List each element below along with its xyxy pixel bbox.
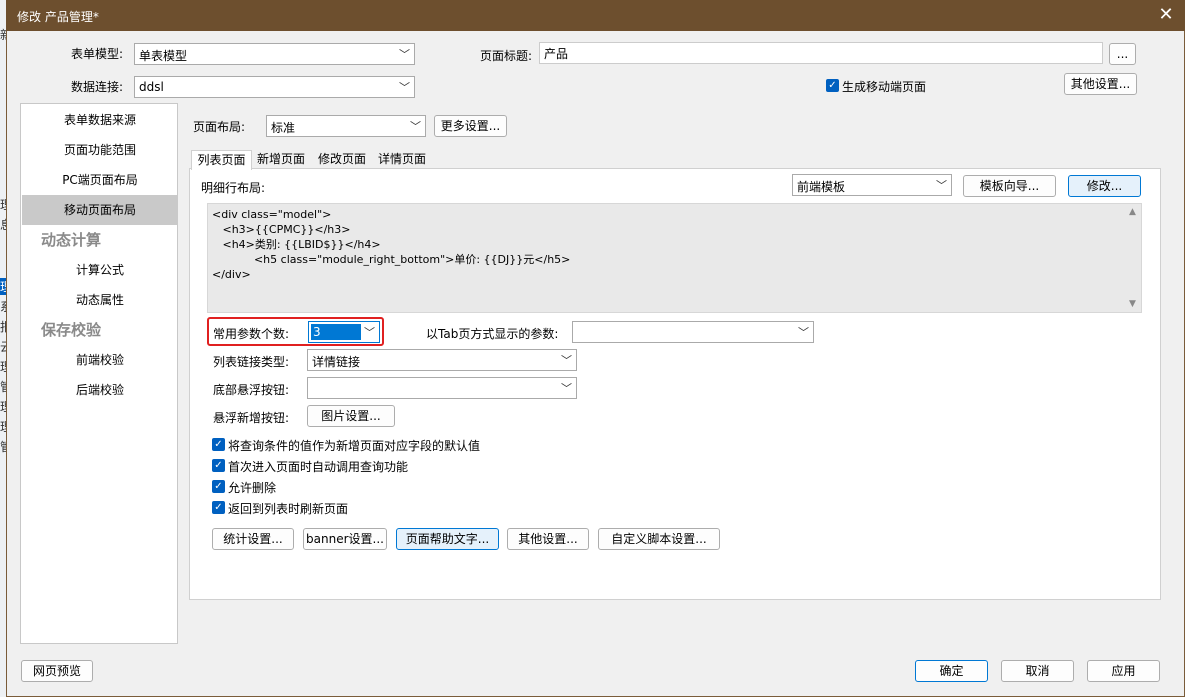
template-value: 前端模板 [797, 180, 846, 194]
ok-button[interactable]: 确定 [915, 660, 988, 682]
data-conn-value: ddsl [139, 80, 164, 94]
page-title-more-button[interactable]: ... [1109, 43, 1136, 65]
param-count-label: 常用参数个数: [213, 327, 290, 341]
apply-button[interactable]: 应用 [1087, 660, 1160, 682]
data-conn-label: 数据连接: [71, 80, 124, 94]
close-icon[interactable]: ✕ [1153, 3, 1179, 27]
other-settings-button[interactable]: 其他设置... [507, 528, 589, 550]
chevron-down-icon: ﹀ [936, 179, 947, 192]
sidebar-section-calc: 动态计算 [41, 231, 102, 249]
chevron-down-icon: ﹀ [561, 382, 572, 395]
link-type-select[interactable]: 详情链接 ﹀ [307, 349, 577, 371]
bottom-float-button-label: 底部悬浮按钮: [213, 383, 290, 397]
tab-edit-page[interactable]: 修改页面 [313, 150, 371, 169]
link-type-label: 列表链接类型: [213, 355, 290, 369]
layout-label: 页面布局: [193, 120, 246, 134]
cancel-button[interactable]: 取消 [1001, 660, 1074, 682]
layout-value: 标准 [271, 121, 296, 135]
sidebar-section-save: 保存校验 [41, 321, 102, 339]
form-model-label: 表单模型: [71, 47, 124, 61]
window-title: 修改 产品管理* [17, 10, 99, 24]
custom-script-button[interactable]: 自定义脚本设置... [598, 528, 720, 550]
chevron-down-icon: ﹀ [798, 326, 809, 339]
banner-settings-button[interactable]: banner设置... [303, 528, 387, 550]
checkbox-query-default[interactable]: ✓ [212, 438, 225, 451]
code-scrollbar[interactable]: ▲ ▼ [1125, 204, 1141, 312]
edit-template-button[interactable]: 修改... [1068, 175, 1141, 197]
data-conn-select[interactable]: ddsl ﹀ [134, 76, 415, 98]
sidebar-item-frontend-check[interactable]: 前端校验 [22, 345, 178, 375]
page-title-input[interactable]: 产品 [539, 42, 1103, 64]
image-settings-button[interactable]: 图片设置... [307, 405, 395, 427]
stats-settings-button[interactable]: 统计设置... [212, 528, 294, 550]
detail-row-layout-label: 明细行布局: [201, 181, 266, 195]
template-code-area[interactable]: <div class="model"> <h3>{{CPMC}}</h3> <h… [207, 203, 1142, 313]
web-preview-button[interactable]: 网页预览 [21, 660, 93, 682]
form-model-select[interactable]: 单表模型 ﹀ [134, 43, 415, 65]
mobile-page-checkbox[interactable]: ✓ [826, 79, 839, 92]
bottom-float-button-select[interactable]: ﹀ [307, 377, 577, 399]
scroll-down-icon[interactable]: ▼ [1129, 299, 1136, 309]
tab-add-page[interactable]: 新增页面 [252, 150, 310, 169]
chevron-down-icon: ﹀ [399, 81, 410, 94]
checkbox-allow-delete[interactable]: ✓ [212, 480, 225, 493]
form-model-value: 单表模型 [139, 49, 188, 63]
mobile-page-label: 生成移动端页面 [842, 80, 927, 94]
sidebar-item-function-scope[interactable]: 页面功能范围 [22, 135, 178, 165]
checkbox-auto-query-label: 首次进入页面时自动调用查询功能 [228, 460, 409, 474]
tab-detail-page[interactable]: 详情页面 [373, 150, 431, 169]
sidebar-item-form-data-source[interactable]: 表单数据来源 [22, 105, 178, 135]
tab-params-label: 以Tab页方式显示的参数: [426, 327, 559, 341]
checkbox-allow-delete-label: 允许删除 [228, 481, 277, 495]
checkbox-refresh-on-return-label: 返回到列表时刷新页面 [228, 502, 349, 516]
link-type-value: 详情链接 [312, 355, 361, 369]
param-count-select[interactable]: 3 ﹀ [308, 321, 380, 343]
chevron-down-icon: ﹀ [561, 354, 572, 367]
title-bar[interactable]: 修改 产品管理* ✕ [6, 0, 1185, 31]
chevron-down-icon: ﹀ [399, 48, 410, 61]
other-settings-top-button[interactable]: 其他设置... [1064, 73, 1137, 95]
sidebar-item-formula[interactable]: 计算公式 [22, 255, 178, 285]
checkbox-refresh-on-return[interactable]: ✓ [212, 501, 225, 514]
more-settings-button[interactable]: 更多设置... [434, 115, 507, 137]
float-add-label: 悬浮新增按钮: [213, 411, 290, 425]
page-title-value: 产品 [544, 47, 569, 61]
param-count-value: 3 [311, 324, 361, 340]
sidebar-item-mobile-layout[interactable]: 移动页面布局 [22, 195, 178, 225]
scroll-up-icon[interactable]: ▲ [1129, 207, 1136, 217]
page-title-label: 页面标题: [480, 49, 533, 63]
chevron-down-icon: ﹀ [364, 326, 375, 339]
tab-list-page[interactable]: 列表页面 [191, 150, 252, 170]
checkbox-auto-query[interactable]: ✓ [212, 459, 225, 472]
checkbox-query-default-label: 将查询条件的值作为新增页面对应字段的默认值 [228, 439, 481, 453]
layout-select[interactable]: 标准 ﹀ [266, 115, 426, 137]
chevron-down-icon: ﹀ [410, 120, 421, 133]
sidebar-item-backend-check[interactable]: 后端校验 [22, 375, 178, 405]
template-code-text: <div class="model"> <h3>{{CPMC}}</h3> <h… [212, 208, 571, 281]
sidebar-item-pc-layout[interactable]: PC端页面布局 [22, 165, 178, 195]
help-text-button[interactable]: 页面帮助文字... [396, 528, 499, 550]
sidebar-item-dynamic-attr[interactable]: 动态属性 [22, 285, 178, 315]
sidebar: 表单数据来源 页面功能范围 PC端页面布局 移动页面布局 动态计算 计算公式 动… [20, 103, 178, 644]
template-wizard-button[interactable]: 模板向导... [963, 175, 1056, 197]
template-select[interactable]: 前端模板 ﹀ [792, 174, 952, 196]
tab-params-select[interactable]: ﹀ [572, 321, 814, 343]
